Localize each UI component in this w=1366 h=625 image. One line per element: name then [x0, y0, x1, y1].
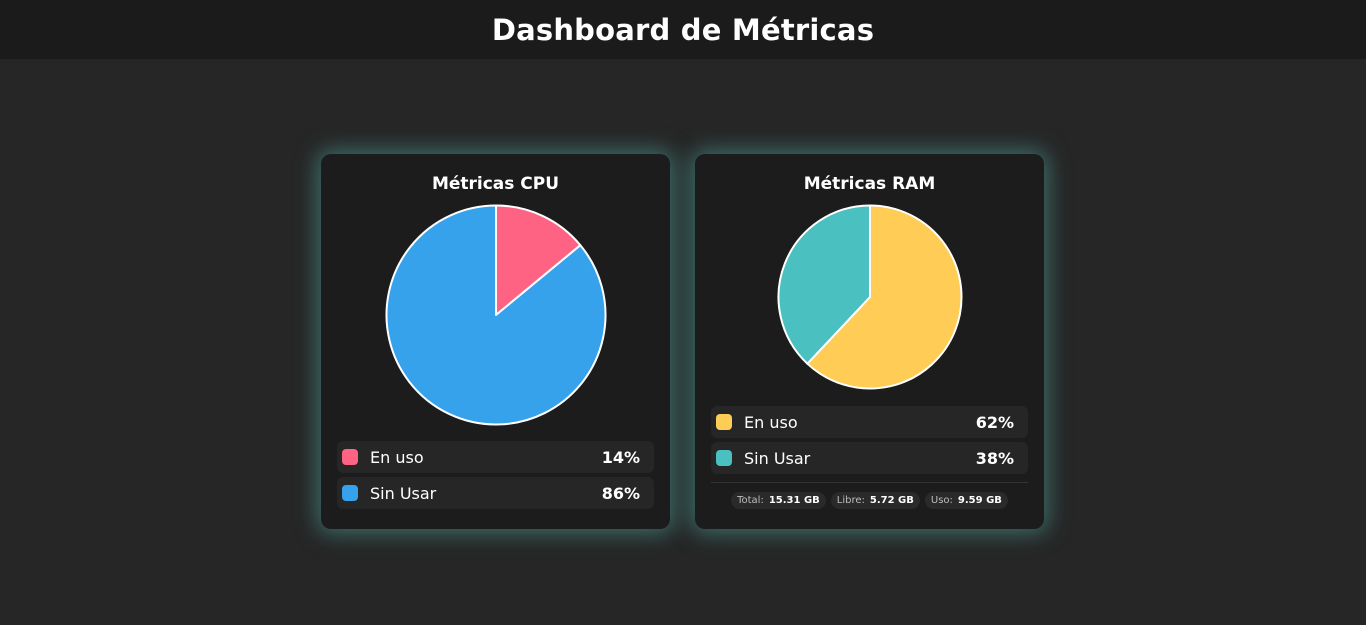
cpu-en-uso-label: En uso — [370, 447, 424, 467]
ram-en-uso-value: 62% — [975, 412, 1014, 432]
ram-stat-total-value: 15.31 GB — [768, 495, 820, 506]
ram-legend-sin-usar: Sin Usar 38% — [711, 442, 1028, 474]
cpu-sin-usar-value: 86% — [601, 483, 640, 503]
ram-stat-uso-value: 9.59 GB — [957, 495, 1002, 506]
cpu-en-uso-value: 14% — [601, 447, 640, 467]
ram-metrics-card: Métricas RAM En uso 62% Sin Usar 38% Tot… — [695, 154, 1044, 529]
cpu-sin-usar-swatch — [342, 485, 358, 501]
ram-sin-usar-swatch — [716, 450, 732, 466]
ram-en-uso-label: En uso — [744, 412, 798, 432]
ram-stat-total-label: Total: — [737, 495, 764, 506]
cpu-metrics-card: Métricas CPU En uso 14% Sin Usar 86% — [321, 154, 670, 529]
ram-stat-libre: Libre: 5.72 GB — [830, 492, 920, 509]
ram-stat-libre-value: 5.72 GB — [869, 495, 914, 506]
ram-stats: Total: 15.31 GB Libre: 5.72 GB Uso: 9.59… — [695, 492, 1044, 509]
cpu-card-title: Métricas CPU — [431, 174, 560, 194]
ram-sin-usar-value: 38% — [975, 448, 1014, 468]
cpu-pie-chart — [385, 204, 607, 426]
ram-legend-en-uso: En uso 62% — [711, 406, 1028, 438]
page-title: Dashboard de Métricas — [491, 12, 875, 47]
ram-sin-usar-label: Sin Usar — [744, 448, 811, 468]
ram-stat-total: Total: 15.31 GB — [731, 492, 826, 509]
ram-divider — [711, 482, 1028, 483]
ram-pie-chart — [777, 204, 963, 390]
ram-card-title: Métricas RAM — [803, 174, 936, 194]
cpu-en-uso-swatch — [342, 449, 358, 465]
cpu-sin-usar-label: Sin Usar — [370, 483, 437, 503]
cpu-legend-en-uso: En uso 14% — [337, 441, 654, 473]
page-header: Dashboard de Métricas — [0, 0, 1366, 59]
cpu-legend-sin-usar: Sin Usar 86% — [337, 477, 654, 509]
ram-stat-uso-label: Uso: — [930, 495, 953, 506]
ram-stat-uso: Uso: 9.59 GB — [924, 492, 1008, 509]
ram-en-uso-swatch — [716, 414, 732, 430]
ram-stat-libre-label: Libre: — [836, 495, 865, 506]
